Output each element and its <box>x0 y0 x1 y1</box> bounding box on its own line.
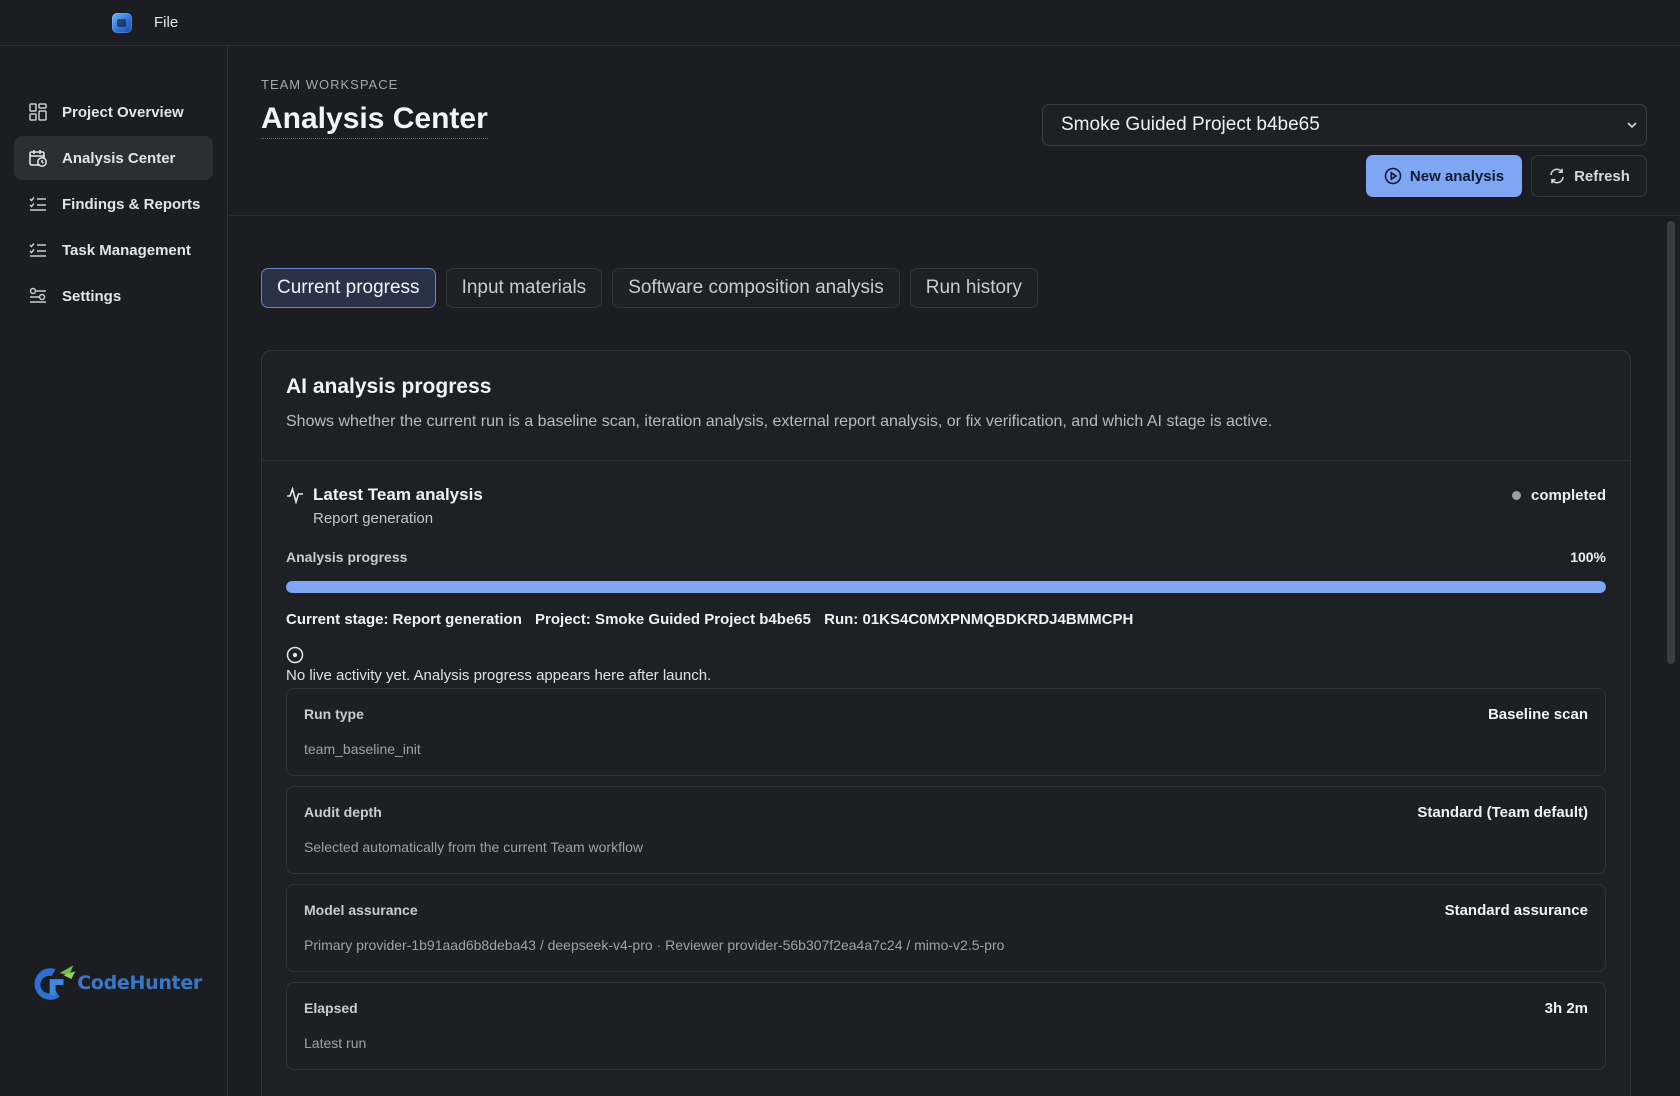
calendar-clock-icon <box>29 150 47 167</box>
detail-label: Model assurance <box>304 902 418 918</box>
menu-file[interactable]: File <box>154 14 178 31</box>
progress-bar-fill <box>286 581 1606 593</box>
detail-model-assurance: Model assurance Standard assurance Prima… <box>286 884 1606 972</box>
project-select[interactable]: Smoke Guided Project b4be65 <box>1042 104 1647 146</box>
tab-software-composition-analysis[interactable]: Software composition analysis <box>612 268 900 308</box>
new-analysis-button[interactable]: New analysis <box>1366 155 1522 197</box>
current-stage: Current stage: Report generation <box>286 611 522 628</box>
detail-value: Standard (Team default) <box>1417 804 1588 821</box>
card-description: Shows whether the current run is a basel… <box>286 413 1273 430</box>
detail-label: Run type <box>304 706 364 722</box>
checklist-icon <box>29 197 46 211</box>
sliders-icon <box>29 287 46 303</box>
app-icon <box>112 13 132 33</box>
chevron-down-icon <box>1627 122 1637 129</box>
live-activity-text: No live activity yet. Analysis progress … <box>286 667 712 684</box>
detail-value: Standard assurance <box>1444 902 1588 919</box>
workspace-label: TEAM WORKSPACE <box>261 77 399 92</box>
sidebar: Project Overview Analysis Center Finding… <box>0 46 228 1096</box>
refresh-button[interactable]: Refresh <box>1531 155 1647 197</box>
sidebar-item-label: Settings <box>62 287 122 305</box>
stage-project: Project: Smoke Guided Project b4be65 <box>535 611 811 628</box>
stage-line: Current stage: Report generation Project… <box>286 611 1142 628</box>
sidebar-item-label: Analysis Center <box>62 149 176 167</box>
sidebar-item-task-management[interactable]: Task Management <box>14 228 213 272</box>
sidebar-item-label: Findings & Reports <box>62 195 201 213</box>
detail-description: Selected automatically from the current … <box>304 839 643 855</box>
detail-label: Audit depth <box>304 804 382 820</box>
new-analysis-label: New analysis <box>1409 167 1505 185</box>
logo-text: CodeHunter <box>77 972 202 994</box>
tab-bar: Current progress Input materials Softwar… <box>261 268 1038 308</box>
detail-label: Elapsed <box>304 1000 358 1016</box>
sidebar-item-settings[interactable]: Settings <box>14 274 213 318</box>
tab-current-progress[interactable]: Current progress <box>261 268 436 308</box>
sidebar-item-label: Project Overview <box>62 103 184 121</box>
detail-description: Latest run <box>304 1035 367 1051</box>
card-title: AI analysis progress <box>286 375 492 398</box>
codehunter-logo: CodeHunter <box>30 958 202 1008</box>
page-header: TEAM WORKSPACE Analysis Center Smoke Gui… <box>229 46 1680 216</box>
latest-analysis-subtitle: Report generation <box>313 510 434 527</box>
checklist-icon <box>29 243 46 257</box>
logo-mark-icon <box>34 965 76 1000</box>
status-dot <box>1511 491 1521 500</box>
tab-input-materials[interactable]: Input materials <box>445 268 603 308</box>
info-circle-icon <box>286 646 304 664</box>
scrollbar[interactable] <box>1667 221 1675 664</box>
activity-icon <box>287 486 303 504</box>
detail-value: Baseline scan <box>1487 706 1588 723</box>
progress-label: Analysis progress <box>286 549 408 565</box>
sidebar-item-findings-reports[interactable]: Findings & Reports <box>14 182 213 226</box>
progress-bar <box>286 581 1606 593</box>
title-bar: File <box>0 0 1680 46</box>
latest-analysis-row: Latest Team analysis Report generation c… <box>286 485 1606 529</box>
tab-run-history[interactable]: Run history <box>909 268 1038 308</box>
detail-value: 3h 2m <box>1544 1000 1588 1017</box>
detail-run-type: Run type Baseline scan team_baseline_ini… <box>286 688 1606 776</box>
sidebar-item-project-overview[interactable]: Project Overview <box>14 90 213 134</box>
detail-elapsed: Elapsed 3h 2m Latest run <box>286 982 1606 1070</box>
stage-run-id: Run: 01KS4C0MXPNMQBDKRDJ4BMMCPH <box>824 611 1134 628</box>
status-text: completed <box>1530 487 1606 504</box>
play-circle-icon <box>1384 167 1402 185</box>
status-badge: completed <box>1511 487 1606 504</box>
grid-icon <box>29 103 47 121</box>
sidebar-item-analysis-center[interactable]: Analysis Center <box>14 136 213 180</box>
project-select-value: Smoke Guided Project b4be65 <box>1061 114 1320 135</box>
detail-audit-depth: Audit depth Standard (Team default) Sele… <box>286 786 1606 874</box>
ai-analysis-progress-card: AI analysis progress Shows whether the c… <box>261 350 1631 1096</box>
latest-analysis-title: Latest Team analysis <box>313 485 483 504</box>
page-title: Analysis Center <box>261 102 488 139</box>
detail-description: Primary provider-1b91aad6b8deba43 / deep… <box>304 937 1005 953</box>
refresh-label: Refresh <box>1574 167 1630 185</box>
detail-description: team_baseline_init <box>304 741 421 757</box>
card-header: AI analysis progress Shows whether the c… <box>262 351 1630 461</box>
progress-percent: 100% <box>1570 549 1606 565</box>
sidebar-item-label: Task Management <box>62 241 191 259</box>
refresh-icon <box>1550 168 1564 184</box>
